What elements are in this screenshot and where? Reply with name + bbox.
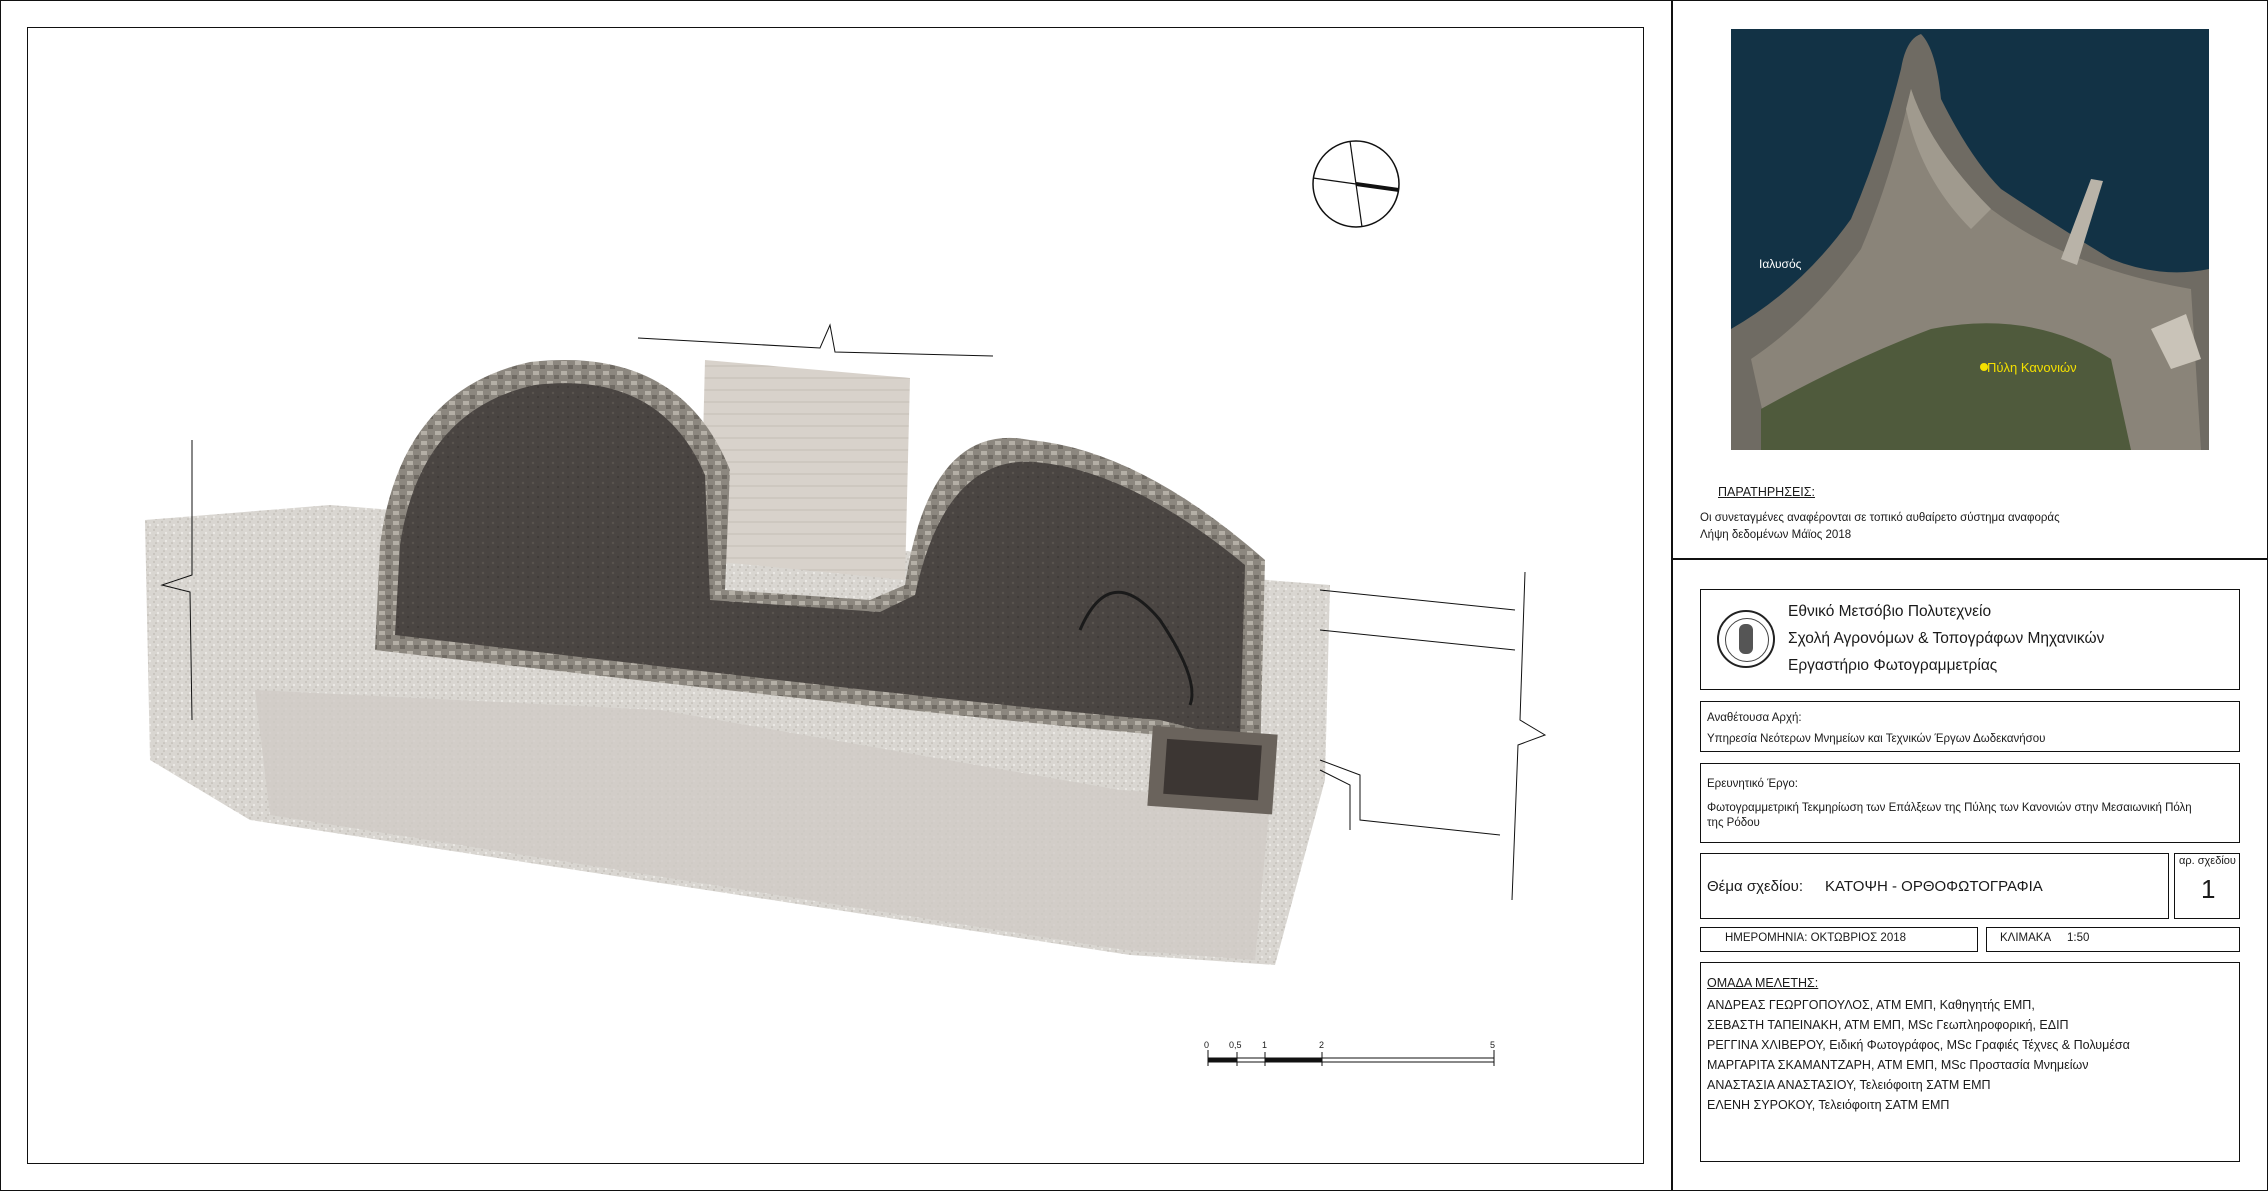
- scale-tick-5: 5: [1490, 1040, 1496, 1050]
- scale-tick-05: 0,5: [1229, 1040, 1242, 1050]
- section-line-top: [637, 323, 994, 357]
- notes-heading: ΠΑΡΑΤΗΡΗΣΕΙΣ:: [1718, 485, 1815, 499]
- project-value-line-1: Φωτογραμμετρική Τεκμηρίωση των Επάλξεων …: [1707, 802, 2192, 814]
- map-label-ialysos: Ιαλυσός: [1759, 257, 1802, 271]
- institution-box: Εθνικό Μετσόβιο Πολυτεχνείο Σχολή Αγρονό…: [1700, 589, 2240, 690]
- authority-label: Αναθέτουσα Αρχή:: [1707, 712, 1802, 724]
- institution-line-1: Εθνικό Μετσόβιο Πολυτεχνείο: [1788, 603, 1992, 620]
- north-arrow-icon: [1312, 140, 1400, 228]
- staircase: [700, 360, 910, 580]
- subject-box: Θέμα σχεδίου: ΚΑΤΟΨΗ - ΟΡΘΟΦΩΤΟΓΡΑΦΙΑ: [1700, 853, 2169, 919]
- scale-label: ΚΛΙΜΑΚΑ: [2000, 932, 2052, 944]
- team-member-1: ΑΝΔΡΕΑΣ ΓΕΩΡΓΟΠΟΥΛΟΣ, ΑΤΜ ΕΜΠ, Καθηγητής…: [1707, 998, 2035, 1012]
- institution-line-2: Σχολή Αγρονόμων & Τοπογράφων Μηχανικών: [1788, 630, 2105, 647]
- scale-value: 1:50: [2067, 932, 2090, 944]
- team-member-3: ΡΕΓΓΙΝΑ ΧΛΙΒΕΡΟΥ, Ειδική Φωτογράφος, MSc…: [1707, 1038, 2130, 1052]
- panel-divider: [1671, 0, 1673, 1191]
- drawing-number-box: αρ. σχεδίου 1: [2174, 853, 2240, 919]
- institution-line-3: Εργαστήριο Φωτογραμμετρίας: [1788, 657, 1998, 674]
- scale-tick-1: 1: [1262, 1040, 1268, 1050]
- scale-tick-0: 0: [1204, 1040, 1210, 1050]
- map-label-site: Πύλη Κανονιών: [1987, 360, 2077, 375]
- team-member-2: ΣΕΒΑΣΤΗ ΤΑΠΕΙΝΑΚΗ, ΑΤΜ ΕΜΠ, MSc Γεωπληρο…: [1707, 1018, 2069, 1032]
- drawing-number-label: αρ. σχεδίου: [2179, 855, 2236, 867]
- university-seal-icon: [1717, 610, 1775, 668]
- subject-label: Θέμα σχεδίου:: [1707, 878, 1804, 895]
- scale-tick-2: 2: [1319, 1040, 1325, 1050]
- location-map: Ιαλυσός Πύλη Κανονιών: [1731, 29, 2209, 450]
- scale-bar: [1207, 1050, 1495, 1066]
- drawing-number-value: 1: [2201, 874, 2216, 904]
- orthophoto-plan: [145, 140, 1547, 1066]
- authority-box: Αναθέτουσα Αρχή: Υπηρεσία Νεότερων Μνημε…: [1700, 701, 2240, 752]
- team-heading: ΟΜΑΔΑ ΜΕΛΕΤΗΣ:: [1707, 976, 1819, 990]
- team-member-4: ΜΑΡΓΑΡΙΤΑ ΣΚΑΜΑΝΤΖΑΡΗ, ΑΤΜ ΕΜΠ, MSc Προσ…: [1707, 1058, 2089, 1072]
- project-label: Ερευνητικό Έργο:: [1707, 778, 1798, 790]
- date-box: ΗΜΕΡΟΜΗΝΙΑ: ΟΚΤΩΒΡΙΟΣ 2018: [1700, 927, 1978, 952]
- section-line-right: [1511, 571, 1547, 901]
- team-member-5: ΑΝΑΣΤΑΣΙΑ ΑΝΑΣΤΑΣΙΟΥ, Τελειόφοιτη ΣΑΤΜ Ε…: [1707, 1078, 1991, 1092]
- project-value-line-2: της Ρόδου: [1707, 817, 1760, 829]
- notes-line-1: Οι συνεταγμένες αναφέρονται σε τοπικό αυ…: [1700, 512, 2060, 524]
- notes-line-2: Λήψη δεδομένων Μάϊος 2018: [1700, 529, 1852, 541]
- date-text: ΗΜΕΡΟΜΗΝΙΑ: ΟΚΤΩΒΡΙΟΣ 2018: [1725, 932, 1907, 944]
- subject-value: ΚΑΤΟΨΗ - ΟΡΘΟΦΩΤΟΓΡΑΦΙΑ: [1825, 878, 2043, 895]
- scale-box: ΚΛΙΜΑΚΑ 1:50: [1986, 927, 2240, 952]
- authority-value: Υπηρεσία Νεότερων Μνημείων και Τεχνικών …: [1707, 733, 2046, 745]
- panel-hline: [1671, 558, 2268, 560]
- team-member-6: ΕΛΕΝΗ ΣΥΡΟΚΟΥ, Τελειόφοιτη ΣΑΤΜ ΕΜΠ: [1707, 1098, 1950, 1112]
- project-box: Ερευνητικό Έργο: Φωτογραμμετρική Τεκμηρί…: [1700, 763, 2240, 843]
